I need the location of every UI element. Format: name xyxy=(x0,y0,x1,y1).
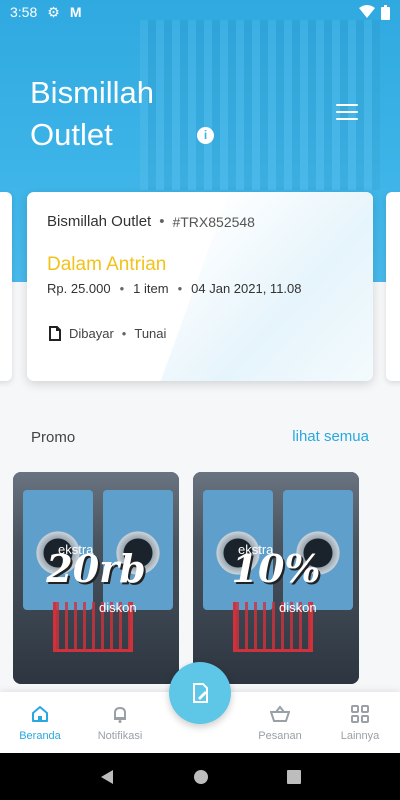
promo-big-text: 20rb xyxy=(46,546,146,591)
separator-dot: • xyxy=(159,213,165,230)
promo-big-text: 10% xyxy=(231,546,321,591)
title-line-2: Outlet xyxy=(30,117,113,152)
settings-icon: ⚙ xyxy=(47,3,60,20)
new-order-fab[interactable] xyxy=(169,662,231,724)
card-outlet-name: Bismillah Outlet xyxy=(47,213,152,230)
next-card-peek[interactable] xyxy=(386,192,400,381)
grid-icon xyxy=(351,705,369,723)
recents-icon[interactable] xyxy=(287,769,301,784)
separator-dot: • xyxy=(121,326,127,341)
promo-bottom-text: diskon xyxy=(99,600,137,615)
menu-icon[interactable] xyxy=(336,104,358,122)
status-time: 3:58 xyxy=(10,4,38,20)
bell-icon xyxy=(114,706,126,723)
payment-state: Dibayar xyxy=(69,326,114,341)
separator-dot: • xyxy=(119,281,125,296)
transaction-card[interactable]: Bismillah Outlet • #TRX852548 Dalam Antr… xyxy=(27,192,373,381)
promo-card[interactable]: ekstra 10% diskon xyxy=(193,472,359,684)
order-status: Dalam Antrian xyxy=(47,254,167,275)
wifi-icon xyxy=(359,5,375,18)
basket-icon xyxy=(270,705,290,722)
outlet-title: Bismillah Outlet xyxy=(30,72,154,156)
title-line-1: Bismillah xyxy=(30,75,155,110)
mail-icon: M xyxy=(69,4,82,20)
order-date: 04 Jan 2021, 11.08 xyxy=(191,281,302,296)
home-button-icon[interactable] xyxy=(193,769,209,785)
status-bar: 3:58 ⚙ M xyxy=(0,0,400,24)
system-navigation-bar xyxy=(0,753,400,800)
separator-dot: • xyxy=(177,281,183,296)
order-price: Rp. 25.000 xyxy=(47,281,111,296)
nav-label: Notifikasi xyxy=(97,730,143,742)
nav-label: Lainnya xyxy=(340,730,380,742)
see-all-promo-link[interactable]: lihat semua xyxy=(292,428,369,445)
info-icon[interactable]: i xyxy=(197,127,214,144)
promo-card[interactable]: ekstra 20rb diskon xyxy=(13,472,179,684)
document-icon xyxy=(49,326,61,341)
new-order-icon xyxy=(193,683,208,703)
previous-card-peek[interactable] xyxy=(0,192,12,381)
promo-bottom-text: diskon xyxy=(279,600,317,615)
nav-item-notifikasi[interactable]: Notifikasi xyxy=(80,692,160,753)
back-icon[interactable] xyxy=(99,769,115,785)
nav-item-beranda[interactable]: Beranda xyxy=(0,692,80,753)
order-items: 1 item xyxy=(133,281,169,296)
home-icon xyxy=(32,706,48,722)
nav-item-lainnya[interactable]: Lainnya xyxy=(320,692,400,753)
payment-method: Tunai xyxy=(134,326,167,341)
nav-label: Pesanan xyxy=(258,730,302,742)
nav-item-pesanan[interactable]: Pesanan xyxy=(240,692,320,753)
transaction-id: #TRX852548 xyxy=(172,213,255,230)
battery-icon xyxy=(381,4,390,20)
nav-label: Beranda xyxy=(19,730,61,742)
promo-heading: Promo xyxy=(31,429,76,446)
